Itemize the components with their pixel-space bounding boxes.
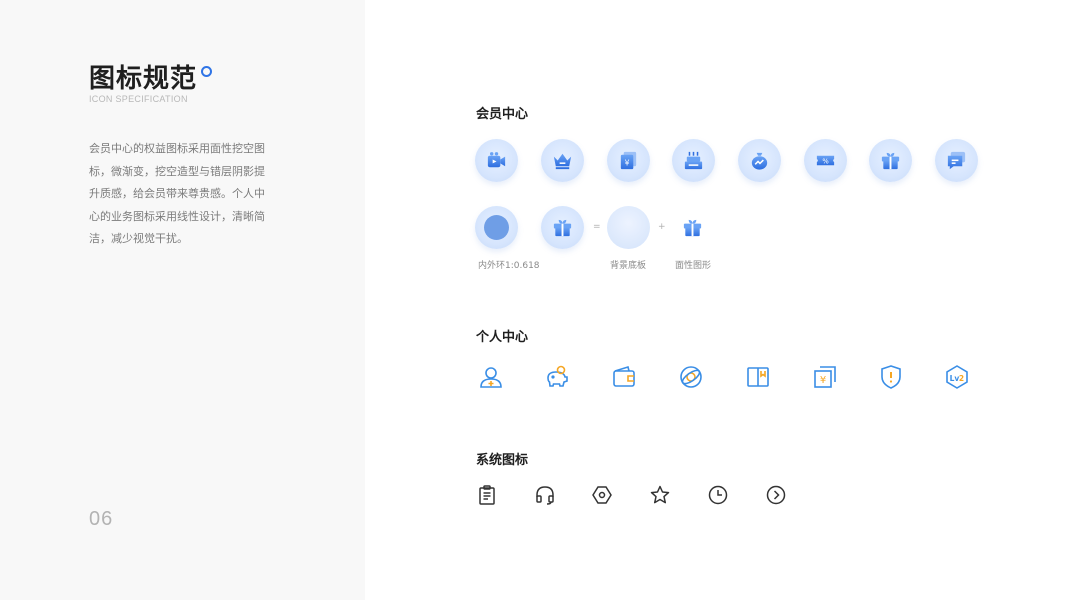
svg-text:¥: ¥ [820, 375, 826, 386]
svg-text:%: % [822, 157, 828, 165]
gift-icon-composite [541, 206, 584, 249]
page-number: 06 [89, 508, 114, 530]
member-section-title: 会员中心 [476, 107, 529, 122]
plus-sign: + [658, 222, 666, 232]
svg-text:¥: ¥ [625, 158, 630, 167]
personal-section-title: 个人中心 [476, 330, 529, 345]
coupon-icon: % [804, 139, 847, 182]
level-icon: Lv 2 [944, 364, 970, 390]
equals-sign: = [593, 222, 601, 232]
user-add-icon [478, 364, 504, 390]
gift-icon [869, 139, 912, 182]
cake-icon [672, 139, 715, 182]
money-bag-icon [738, 139, 781, 182]
clock-icon [707, 484, 729, 506]
shield-alert-icon [878, 364, 904, 390]
crown-icon [541, 139, 584, 182]
video-camera-icon [475, 139, 518, 182]
wallet-icon [611, 364, 637, 390]
inner-ring-icon [484, 215, 509, 240]
ratio-caption: 内外环1:0.618 [478, 261, 540, 271]
settings-icon [591, 484, 613, 506]
yen-document-icon: ¥ [812, 364, 838, 390]
headphones-icon [534, 484, 556, 506]
planet-icon [678, 364, 704, 390]
yen-card-icon: ¥ [607, 139, 650, 182]
face-caption: 面性图形 [675, 261, 712, 271]
ratio-ring-icon [475, 206, 518, 249]
title-dot-icon [201, 66, 212, 77]
book-icon [745, 364, 771, 390]
gift-face-icon [681, 216, 704, 239]
clipboard-icon [476, 484, 498, 506]
svg-text:2: 2 [959, 374, 964, 383]
page-description: 会员中心的权益图标采用面性挖空图标，微渐变，挖空造型与错层阴影提升质感，给会员带… [89, 142, 265, 245]
page-subtitle: ICON SPECIFICATION [89, 94, 188, 104]
system-section-title: 系统图标 [476, 453, 529, 468]
page-title: 图标规范 [89, 64, 198, 94]
piggy-bank-icon [544, 364, 570, 390]
bg-caption: 背景底板 [610, 261, 647, 271]
star-icon [649, 484, 671, 506]
message-icon [935, 139, 978, 182]
arrow-right-circle-icon [765, 484, 787, 506]
background-plate [607, 206, 650, 249]
